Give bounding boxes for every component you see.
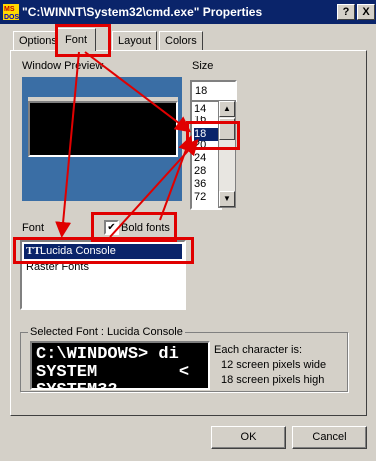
svg-text:MS: MS bbox=[4, 6, 15, 13]
window-preview-label: Window Preview bbox=[22, 60, 104, 72]
sample-line: SYSTEM < bbox=[36, 363, 190, 382]
font-sample: C:\WINDOWS> di SYSTEM < SYSTEM32 bbox=[30, 341, 210, 390]
size-option[interactable]: 36 bbox=[194, 178, 220, 191]
scroll-thumb[interactable] bbox=[219, 118, 235, 140]
size-label: Size bbox=[192, 60, 214, 72]
size-option[interactable]: 20 bbox=[194, 141, 220, 149]
scroll-up-icon[interactable]: ▲ bbox=[219, 101, 235, 117]
checkmark-icon: ✔ bbox=[107, 222, 116, 233]
selected-font-label: Selected Font : Lucida Console bbox=[28, 326, 185, 338]
size-scrollbar[interactable]: ▲ ▼ bbox=[218, 100, 236, 208]
sample-line: C:\WINDOWS> di bbox=[36, 345, 179, 364]
font-option[interactable]: Raster Fonts bbox=[24, 260, 184, 275]
ok-button[interactable]: OK bbox=[211, 426, 286, 449]
char-width: 12 screen pixels wide bbox=[221, 359, 327, 371]
char-heading: Each character is: bbox=[214, 344, 303, 356]
sample-line: SYSTEM32 bbox=[36, 382, 118, 388]
help-button[interactable]: ? bbox=[337, 4, 355, 20]
font-option-selected[interactable]: TTLucida Console bbox=[24, 244, 182, 259]
bold-fonts-checkbox[interactable]: ✔ bbox=[104, 220, 119, 235]
ms-dos-icon: MS DOS bbox=[3, 4, 19, 20]
close-button[interactable]: X bbox=[357, 4, 375, 20]
size-option[interactable]: 24 bbox=[194, 152, 220, 165]
size-option[interactable]: 14 bbox=[194, 103, 220, 116]
bold-fonts-label: Bold fonts bbox=[121, 222, 170, 234]
font-option-label: Lucida Console bbox=[40, 245, 116, 257]
size-option[interactable]: 72 bbox=[194, 191, 220, 204]
char-height: 18 screen pixels high bbox=[221, 374, 325, 386]
size-option-selected[interactable]: 18 bbox=[194, 128, 220, 141]
tab-colors[interactable]: Colors bbox=[159, 31, 203, 51]
scroll-down-icon[interactable]: ▼ bbox=[219, 191, 235, 207]
truetype-icon: TT bbox=[26, 245, 41, 257]
window-title: "C:\WINNT\System32\cmd.exe" Properties bbox=[22, 5, 263, 19]
font-list[interactable]: TTLucida Console Raster Fonts bbox=[20, 240, 186, 310]
cancel-button[interactable]: Cancel bbox=[292, 426, 367, 449]
tab-layout[interactable]: Layout bbox=[112, 31, 158, 51]
size-input[interactable]: 18 bbox=[190, 80, 237, 102]
svg-text:DOS: DOS bbox=[4, 14, 19, 20]
font-label: Font bbox=[22, 222, 45, 234]
size-option[interactable]: 16 bbox=[194, 116, 220, 124]
preview-console-window bbox=[28, 101, 178, 157]
size-option[interactable]: 28 bbox=[194, 165, 220, 178]
tab-font[interactable]: Font bbox=[56, 28, 97, 51]
